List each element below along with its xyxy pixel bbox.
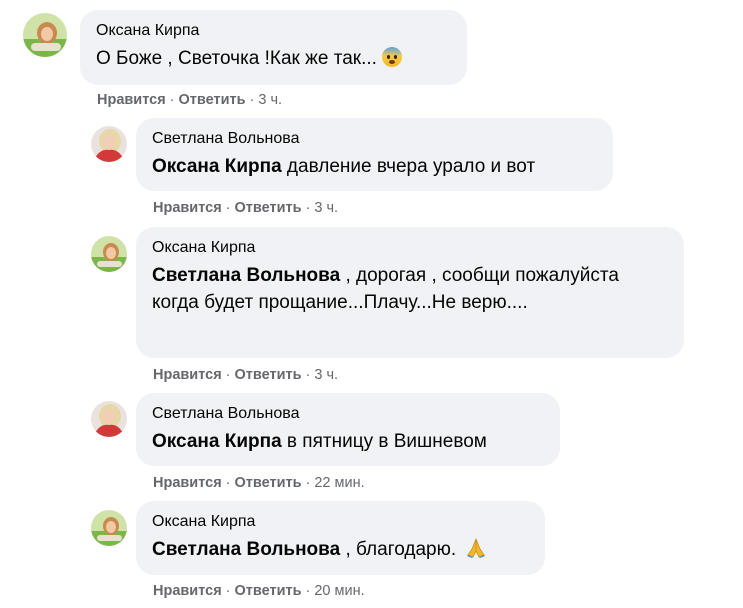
comment-author[interactable]: Оксана Кирпа [96, 21, 451, 41]
timestamp[interactable]: 20 мин. [314, 583, 364, 599]
separator: · [225, 200, 231, 216]
timestamp[interactable]: 22 мин. [314, 475, 364, 491]
separator: · [225, 583, 231, 599]
timestamp[interactable]: 3 ч. [258, 92, 282, 108]
separator: · [305, 367, 311, 383]
like-button[interactable]: Нравится [153, 475, 222, 491]
mention-link[interactable]: Светлана Вольнова [152, 265, 340, 286]
comment-body: в пятницу в Вишневом [281, 431, 487, 452]
comment-actions: Нравится · Ответить · 20 мин. [153, 582, 365, 600]
separator: · [305, 200, 311, 216]
comment-author[interactable]: Оксана Кирпа [152, 238, 668, 258]
reply-button[interactable]: Ответить [235, 367, 302, 383]
reply-button[interactable]: Ответить [235, 583, 302, 599]
reply-button[interactable]: Ответить [179, 92, 246, 108]
folded-hands-icon [465, 537, 487, 567]
avatar[interactable] [91, 401, 127, 437]
comment-bubble: Светлана Вольнова Оксана Кирпа в пятницу… [136, 393, 560, 466]
comment-author[interactable]: Светлана Вольнова [152, 129, 597, 149]
separator: · [249, 92, 255, 108]
comment-text: Оксана Кирпа в пятницу в Вишневом [152, 428, 544, 455]
comment-author[interactable]: Светлана Вольнова [152, 404, 544, 424]
like-button[interactable]: Нравится [153, 367, 222, 383]
comment-text: Светлана Вольнова , благодарю. [152, 536, 529, 567]
like-button[interactable]: Нравится [153, 200, 222, 216]
comment-actions: Нравится · Ответить · 22 мин. [153, 474, 365, 492]
comment-actions: Нравится · Ответить · 3 ч. [97, 91, 282, 109]
anxious-face-with-sweat-icon [381, 46, 403, 76]
avatar[interactable] [91, 126, 127, 162]
avatar[interactable] [91, 236, 127, 272]
avatar[interactable] [91, 510, 127, 546]
comment-bubble: Оксана Кирпа О Боже , Светочка !Как же т… [80, 10, 467, 85]
separator: · [305, 583, 311, 599]
reply-button[interactable]: Ответить [235, 475, 302, 491]
comment-bubble: Светлана Вольнова Оксана Кирпа давление … [136, 118, 613, 191]
timestamp[interactable]: 3 ч. [314, 367, 338, 383]
mention-link[interactable]: Оксана Кирпа [152, 156, 282, 177]
separator: · [225, 475, 231, 491]
mention-link[interactable]: Оксана Кирпа [152, 431, 282, 452]
separator: · [225, 367, 231, 383]
comment-actions: Нравится · Ответить · 3 ч. [153, 366, 338, 384]
comment-author[interactable]: Оксана Кирпа [152, 512, 529, 532]
comment-actions: Нравится · Ответить · 3 ч. [153, 199, 338, 217]
like-button[interactable]: Нравится [97, 92, 166, 108]
comment-text: О Боже , Светочка !Как же так... [96, 45, 451, 76]
reply-button[interactable]: Ответить [235, 200, 302, 216]
like-button[interactable]: Нравится [153, 583, 222, 599]
comment-body: О Боже , Светочка !Как же так... [96, 48, 377, 69]
avatar[interactable] [23, 13, 67, 57]
timestamp[interactable]: 3 ч. [314, 200, 338, 216]
comment-bubble: Оксана Кирпа Светлана Вольнова , дорогая… [136, 227, 684, 358]
comment-bubble: Оксана Кирпа Светлана Вольнова , благода… [136, 501, 545, 575]
comment-text: Светлана Вольнова , дорогая , сообщи пож… [152, 262, 622, 316]
comment-body: давление вчера урало и вот [281, 156, 536, 177]
comment-text: Оксана Кирпа давление вчера урало и вот [152, 153, 597, 180]
mention-link[interactable]: Светлана Вольнова [152, 539, 340, 560]
separator: · [305, 475, 311, 491]
separator: · [169, 92, 175, 108]
comment-body: , благодарю. [340, 539, 462, 560]
